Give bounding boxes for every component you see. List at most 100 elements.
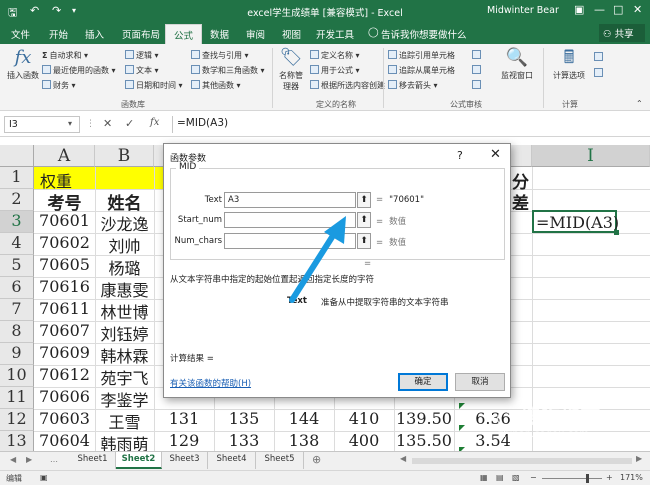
cell-id[interactable]: 70607 [34, 321, 95, 340]
cell-id[interactable]: 70609 [34, 343, 95, 362]
tab-file[interactable]: 文件 [11, 27, 30, 41]
sheet-tab-4[interactable]: Sheet4 [208, 452, 256, 469]
tab-home[interactable]: 开始 [49, 27, 68, 41]
autosum-button[interactable]: Σ 自动求和 ▾ [42, 50, 88, 61]
use-in-formula-button[interactable]: 用于公式 ▾ [310, 65, 360, 76]
sheet-tab-5[interactable]: Sheet5 [256, 452, 304, 469]
confirm-entry-icon[interactable]: ✓ [125, 117, 134, 130]
scroll-left-icon[interactable]: ◀ [400, 454, 406, 463]
sheet-tab-3[interactable]: Sheet3 [162, 452, 208, 469]
show-formulas-icon[interactable] [472, 50, 483, 60]
cell-total[interactable]: 410 [334, 409, 394, 428]
maximize-icon[interactable]: □ [613, 3, 623, 16]
function-help-link[interactable]: 有关该函数的帮助(H) [170, 377, 251, 389]
row-header-3[interactable]: 3 [0, 211, 34, 233]
row-header-8[interactable]: 8 [0, 321, 34, 343]
dialog-help-icon[interactable]: ? [457, 149, 463, 162]
financial-button[interactable]: 财务 ▾ [42, 80, 76, 91]
evaluate-formula-icon[interactable] [472, 80, 483, 90]
user-name[interactable]: Midwinter Bear [487, 5, 559, 16]
cancel-entry-icon[interactable]: ✕ [103, 117, 112, 130]
zoom-slider[interactable] [542, 478, 602, 479]
cell-name[interactable]: 刘帅 [95, 233, 154, 257]
cell-id[interactable]: 70612 [34, 365, 95, 384]
tab-review[interactable]: 审阅 [246, 27, 265, 41]
ribbon-display-icon[interactable]: ▣ [574, 3, 584, 16]
share-button[interactable]: ⚇ 共享 [599, 24, 645, 42]
cell-id[interactable]: 70606 [34, 387, 95, 406]
column-header-i[interactable]: I [532, 145, 650, 167]
cell-name[interactable]: 王雪 [95, 409, 154, 433]
cell-name[interactable]: 李鉴学 [95, 387, 154, 411]
cell-id[interactable]: 70605 [34, 255, 95, 274]
datetime-button[interactable]: 日期和时间 ▾ [125, 80, 183, 91]
horizontal-scrollbar[interactable] [412, 458, 632, 464]
calculation-options-button[interactable]: 🖩 计算选项 [549, 48, 589, 81]
cell-id[interactable]: 70616 [34, 277, 95, 296]
cell-score[interactable]: 129 [154, 431, 214, 450]
collapse-ribbon-icon[interactable]: ⌃ [636, 99, 643, 108]
tell-me-search[interactable]: 告诉我你想要做什么 [381, 27, 467, 41]
row-header-5[interactable]: 5 [0, 255, 34, 277]
cell-name[interactable]: 沙龙逸 [95, 211, 154, 235]
tell-me-icon[interactable]: ◯ [368, 27, 379, 38]
sheet-tab-1[interactable]: Sheet1 [70, 452, 116, 469]
cell-name[interactable]: 刘钰婷 [95, 321, 154, 345]
insert-function-button[interactable]: fx 插入函数 [5, 48, 41, 81]
cell-id[interactable]: 70602 [34, 233, 95, 252]
tab-view[interactable]: 视图 [282, 27, 301, 41]
cell-id[interactable]: 70603 [34, 409, 95, 428]
collapse-dialog-icon[interactable]: ⬆ [357, 192, 371, 208]
tab-developer[interactable]: 开发工具 [316, 27, 354, 41]
formula-input[interactable]: =MID(A3) [172, 116, 646, 133]
row-header-7[interactable]: 7 [0, 299, 34, 321]
cell-name[interactable]: 韩雨萌 [95, 431, 154, 451]
prev-sheet-icon[interactable]: ◀ [10, 455, 16, 464]
cell-name[interactable]: 韩林霖 [95, 343, 154, 367]
create-from-selection-button[interactable]: 根据所选内容创建 [310, 80, 385, 91]
remove-arrows-button[interactable]: 移去箭头 ▾ [388, 80, 438, 91]
close-window-icon[interactable]: ✕ [633, 3, 642, 16]
calculate-sheet-icon[interactable] [594, 68, 605, 78]
insert-function-icon[interactable]: fx [150, 117, 159, 128]
cell-weighted[interactable]: 139.50 [394, 409, 454, 428]
logical-button[interactable]: 逻辑 ▾ [125, 50, 159, 61]
arg-input-num-chars[interactable] [224, 233, 356, 249]
column-header-b[interactable]: B [95, 145, 154, 167]
cell-name[interactable]: 杨璐 [95, 255, 154, 279]
arg-input-start-num[interactable] [224, 212, 356, 228]
tab-formulas[interactable]: 公式 [165, 24, 203, 44]
name-box-dropdown-icon[interactable]: ▾ [68, 119, 72, 128]
cell-weighted[interactable]: 135.50 [394, 431, 454, 450]
page-layout-icon[interactable]: ▤ [496, 473, 504, 482]
more-sheets-icon[interactable]: … [50, 455, 58, 464]
zoom-slider-thumb[interactable] [586, 474, 589, 483]
next-sheet-icon[interactable]: ▶ [26, 455, 32, 464]
row-header-6[interactable]: 6 [0, 277, 34, 299]
minimize-icon[interactable]: — [594, 3, 605, 16]
sheet-tab-2[interactable]: Sheet2 [116, 452, 162, 469]
normal-view-icon[interactable]: ▦ [480, 473, 488, 482]
define-name-button[interactable]: 定义名称 ▾ [310, 50, 360, 61]
zoom-in-icon[interactable]: + [606, 473, 613, 482]
column-header-a[interactable]: A [34, 145, 95, 167]
cell-total[interactable]: 400 [334, 431, 394, 450]
cell-id[interactable]: 70604 [34, 431, 95, 450]
cell-score[interactable]: 138 [274, 431, 334, 450]
math-button[interactable]: 数学和三角函数 ▾ [191, 65, 265, 76]
trace-precedents-button[interactable]: 追踪引用单元格 [388, 50, 455, 61]
row-header-12[interactable]: 12 [0, 409, 34, 431]
cell-name[interactable]: 苑宇飞 [95, 365, 154, 389]
scroll-right-icon[interactable]: ▶ [636, 454, 642, 463]
arg-input-text[interactable]: A3 [224, 192, 356, 208]
cell-name[interactable]: 林世博 [95, 299, 154, 323]
select-all-corner[interactable] [0, 145, 34, 167]
lookup-button[interactable]: 查找与引用 ▾ [191, 50, 249, 61]
macro-record-icon[interactable]: ▣ [40, 473, 48, 482]
cell-id[interactable]: 70601 [34, 211, 95, 230]
text-functions-button[interactable]: 文本 ▾ [125, 65, 159, 76]
watch-window-button[interactable]: 🔍 监视窗口 [496, 48, 538, 81]
calculate-now-icon[interactable] [594, 52, 605, 62]
active-cell-i3[interactable]: =MID(A3) [532, 210, 619, 233]
cancel-button[interactable]: 取消 [455, 373, 505, 391]
